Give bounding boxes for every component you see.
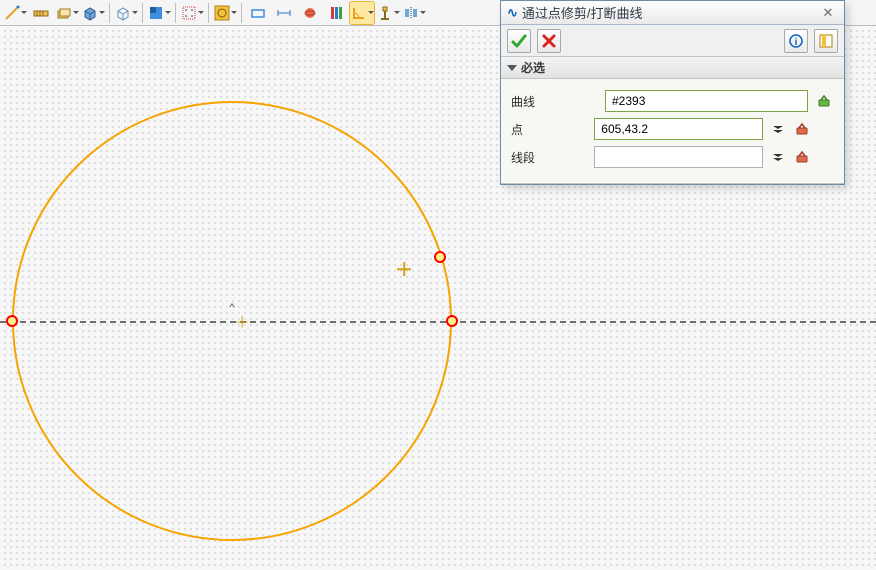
expand-segment-button[interactable] (769, 147, 787, 167)
row-curve: 曲线 (511, 87, 834, 115)
input-segment[interactable] (594, 146, 763, 168)
input-curve[interactable] (605, 90, 808, 112)
measure-icon[interactable] (29, 2, 53, 24)
section-label: 必选 (521, 59, 545, 76)
input-point[interactable] (594, 118, 763, 140)
anchor-icon[interactable] (376, 2, 400, 24)
help-button[interactable] (814, 29, 838, 53)
separator (109, 3, 110, 23)
box-3d-icon[interactable] (81, 2, 105, 24)
rect-wide-icon[interactable] (246, 2, 270, 24)
label-point: 点 (511, 121, 588, 138)
separator (142, 3, 143, 23)
row-point: 点 (511, 115, 834, 143)
info-button[interactable]: i (784, 29, 808, 53)
cursor-cross-icon (397, 262, 411, 276)
close-icon[interactable]: ✕ (818, 5, 838, 21)
bars-colored-icon[interactable] (324, 2, 348, 24)
edit-pencil-icon[interactable] (3, 2, 27, 24)
mirror-icon[interactable] (402, 2, 426, 24)
dialog-titlebar[interactable]: ∿ 通过点修剪/打断曲线 ✕ (501, 1, 844, 25)
pick-segment-button[interactable] (793, 147, 811, 167)
sphere-red-icon[interactable] (298, 2, 322, 24)
dropdown-segment-button[interactable] (816, 147, 834, 167)
separator (208, 3, 209, 23)
expand-point-button[interactable] (769, 119, 787, 139)
dimension-h-icon[interactable] (272, 2, 296, 24)
label-segment: 线段 (511, 149, 588, 166)
separator (241, 3, 242, 23)
dialog-title-text: 通过点修剪/打断曲线 (522, 3, 643, 22)
svg-text:i: i (795, 37, 798, 48)
row-segment: 线段 (511, 143, 834, 171)
curve-point[interactable] (6, 315, 18, 327)
circle-yellow-icon[interactable] (213, 2, 237, 24)
dialog-body: 曲线 点 线段 (501, 79, 844, 184)
center-cross-icon (236, 316, 247, 327)
dialog-action-bar: i (501, 25, 844, 57)
cube-outline-icon[interactable] (114, 2, 138, 24)
pick-curve-button[interactable] (814, 91, 834, 111)
cancel-button[interactable] (537, 29, 561, 53)
collapse-triangle-icon (507, 65, 517, 71)
origin-mark-icon: ⌃ (228, 301, 235, 315)
separator (175, 3, 176, 23)
curve-point[interactable] (434, 251, 446, 263)
curve-circle[interactable] (12, 101, 452, 541)
label-curve: 曲线 (511, 93, 599, 110)
trim-break-dialog: ∿ 通过点修剪/打断曲线 ✕ i 必选 曲线 点 (500, 0, 845, 185)
layers-icon[interactable] (55, 2, 79, 24)
pick-point-button[interactable] (793, 119, 811, 139)
ok-button[interactable] (507, 29, 531, 53)
grid-dots-icon[interactable] (180, 2, 204, 24)
section-header-required[interactable]: 必选 (501, 57, 844, 79)
square-blue-icon[interactable] (147, 2, 171, 24)
curve-point[interactable] (446, 315, 458, 327)
wave-icon: ∿ (507, 5, 518, 21)
dropdown-point-button[interactable] (816, 119, 834, 139)
angle-yellow-icon[interactable] (350, 2, 374, 24)
